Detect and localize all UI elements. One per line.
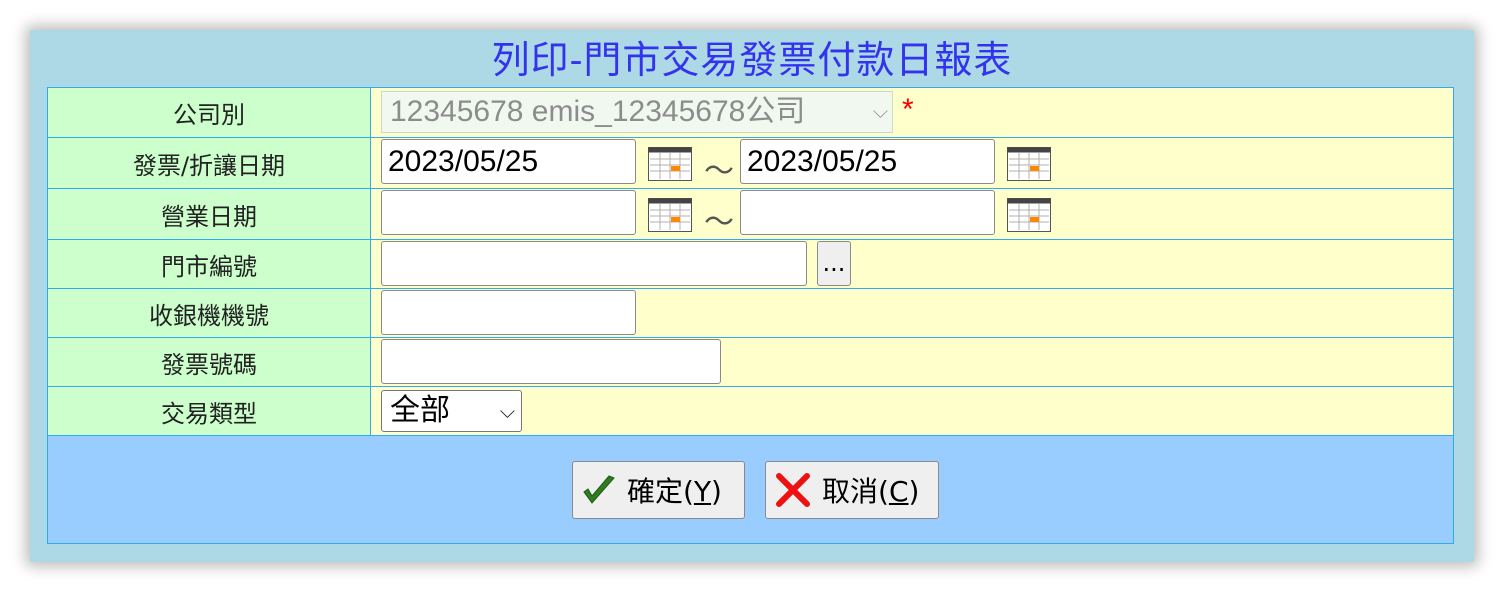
invoice-date-to-input[interactable]: 2023/05/25 [740, 139, 995, 184]
store-browse-button[interactable]: ... [817, 241, 851, 286]
row-register-no: 收銀機機號 [47, 288, 1454, 338]
date-range-separator: ～ [704, 205, 734, 240]
store-no-input[interactable] [381, 241, 807, 286]
button-bar: 確定(Y) 取消(C) [47, 436, 1454, 544]
row-business-date: 營業日期 ～ [47, 188, 1454, 240]
transaction-type-value: 全部 [390, 393, 450, 428]
invoice-date-label: 發票/折讓日期 [47, 137, 371, 189]
chevron-down-icon: ⌵ [499, 399, 515, 423]
row-company: 公司別 12345678 emis_12345678公司 ⌵ * [47, 87, 1454, 138]
page-title: 列印-門市交易發票付款日報表 [491, 38, 1013, 82]
invoice-no-label: 發票號碼 [47, 337, 371, 387]
business-date-to-input[interactable] [740, 190, 995, 235]
transaction-type-label: 交易類型 [47, 386, 371, 436]
report-form: 公司別 12345678 emis_12345678公司 ⌵ * 發票/折讓日期… [47, 87, 1454, 436]
confirm-button[interactable]: 確定(Y) [572, 461, 745, 519]
cancel-label: 取消(C) [822, 475, 920, 508]
calendar-icon[interactable] [648, 147, 692, 181]
cancel-button[interactable]: 取消(C) [765, 461, 939, 519]
row-store-no: 門市編號 ... [47, 239, 1454, 289]
report-dialog: 列印-門市交易發票付款日報表 公司別 12345678 emis_1234567… [30, 30, 1474, 562]
chevron-down-icon: ⌵ [872, 101, 888, 123]
register-no-input[interactable] [381, 290, 636, 335]
company-select-value: 12345678 emis_12345678公司 [390, 95, 806, 128]
invoice-no-input[interactable] [381, 339, 721, 384]
cross-icon [774, 471, 812, 509]
invoice-date-from-input[interactable]: 2023/05/25 [381, 139, 636, 184]
row-transaction-type: 交易類型 全部 ⌵ [47, 386, 1454, 436]
row-invoice-date: 發票/折讓日期 2023/05/25 ～ 2023/05/25 [47, 137, 1454, 189]
register-no-label: 收銀機機號 [47, 288, 371, 338]
company-select[interactable]: 12345678 emis_12345678公司 ⌵ [381, 91, 893, 133]
calendar-icon[interactable] [1007, 147, 1051, 181]
row-invoice-no: 發票號碼 [47, 337, 1454, 387]
date-range-separator: ～ [704, 154, 734, 189]
required-mark: * [902, 93, 914, 126]
calendar-icon[interactable] [1007, 198, 1051, 232]
business-date-label: 營業日期 [47, 188, 371, 240]
business-date-from-input[interactable] [381, 190, 636, 235]
transaction-type-select[interactable]: 全部 ⌵ [381, 390, 522, 432]
company-label: 公司別 [47, 87, 371, 138]
checkmark-icon [581, 473, 617, 507]
calendar-icon[interactable] [648, 198, 692, 232]
confirm-label: 確定(Y) [627, 475, 722, 508]
store-no-label: 門市編號 [47, 239, 371, 289]
